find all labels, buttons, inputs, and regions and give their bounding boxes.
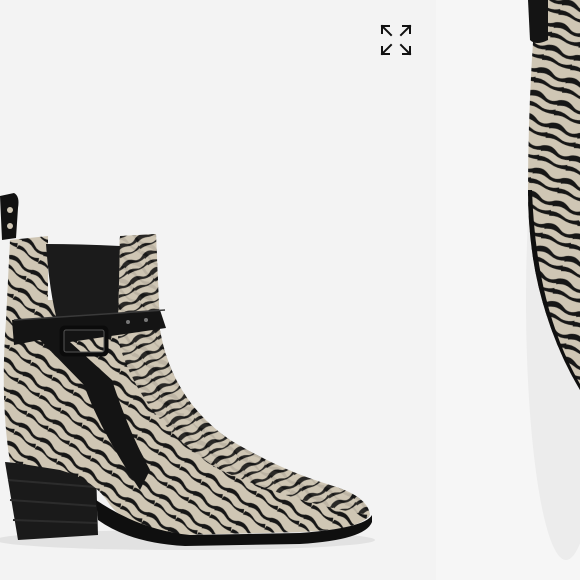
expand-image-button[interactable] xyxy=(378,22,414,58)
gallery-slide-main[interactable] xyxy=(0,0,436,580)
expand-arrows-icon xyxy=(380,24,412,56)
boot-detail-tab xyxy=(528,0,548,43)
product-image-gallery xyxy=(0,0,580,580)
boot-side-image xyxy=(0,193,375,550)
boot-detail-image xyxy=(526,0,580,560)
pull-tab xyxy=(0,193,19,240)
gallery-slide-next[interactable] xyxy=(436,0,580,580)
